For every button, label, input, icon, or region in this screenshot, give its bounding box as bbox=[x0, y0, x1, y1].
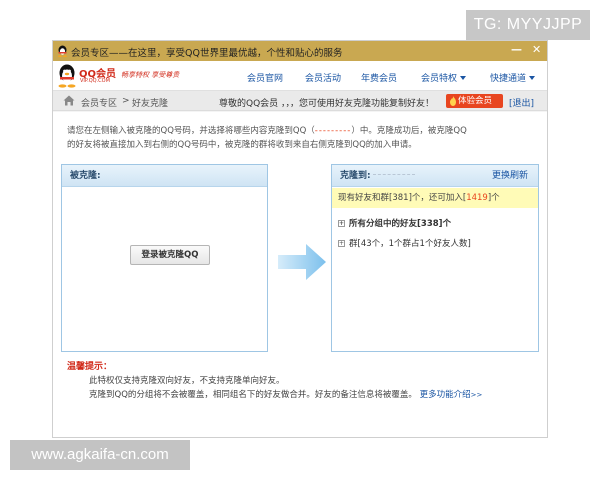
nav-item-privileges[interactable]: 会员特权 bbox=[421, 71, 467, 84]
window-title: 会员专区——在这里，享受QQ世界里最优越，个性和贴心的服务 bbox=[71, 48, 343, 59]
nav-item-activities[interactable]: 会员活动 bbox=[305, 71, 341, 84]
tree-item-all-friends[interactable]: + 所有分组中的好友[338]个 bbox=[338, 217, 451, 229]
target-qq-panel: 克隆到: 更换刷新 现有好友和群[381]个，还可加入[1419]个 + 所有分组… bbox=[331, 164, 539, 352]
breadcrumb-separator: > bbox=[122, 96, 130, 106]
breadcrumb: 会员专区 > 好友克隆 尊敬的QQ会员 ，，，您可使用好友克隆功能复制好友！ 体… bbox=[53, 91, 547, 111]
qq-member-window: 会员专区——在这里，享受QQ世界里最优越，个性和贴心的服务 — ✕ QQ会员 V… bbox=[52, 40, 548, 438]
expand-plus-icon[interactable]: + bbox=[338, 240, 345, 247]
flame-icon bbox=[450, 96, 456, 106]
nav-item-official-site[interactable]: 会员官网 bbox=[247, 71, 283, 84]
tips-title: 温馨提示： bbox=[67, 362, 113, 372]
slogan: 畅享特权 享受尊贵 bbox=[121, 71, 180, 79]
tree-item-groups[interactable]: + 群[43个，1个群占1个好友人数] bbox=[338, 237, 471, 249]
expand-plus-icon[interactable]: + bbox=[338, 220, 345, 227]
title-bar: 会员专区——在这里，享受QQ世界里最优越，个性和贴心的服务 — ✕ bbox=[53, 41, 547, 61]
nav-item-annual-member[interactable]: 年费会员 bbox=[361, 71, 397, 84]
site-url-watermark: www.agkaifa-cn.com bbox=[10, 440, 190, 470]
refresh-link[interactable]: 更换刷新 bbox=[492, 165, 528, 187]
qq-penguin-icon bbox=[58, 45, 67, 57]
greeting-text: 尊敬的QQ会员 ，，，您可使用好友克隆功能复制好友！ bbox=[219, 99, 435, 109]
remaining-count: 1419 bbox=[466, 193, 488, 203]
current-friend-count: 381 bbox=[392, 193, 409, 203]
arrow-right-icon bbox=[278, 244, 326, 280]
tip-line: 此特权仅支持克隆双向好友，不支持克隆单向好友。 bbox=[89, 376, 285, 386]
redacted-target-qq bbox=[372, 174, 415, 175]
more-features-link[interactable]: 更多功能介绍 bbox=[420, 390, 471, 400]
chevron-down-icon bbox=[529, 76, 536, 80]
intro-text: 请您在左侧输入被克隆的QQ号码，并选择将哪些内容克隆到QQ（---------）… bbox=[67, 126, 467, 150]
source-qq-panel: 被克隆: 登录被克隆QQ bbox=[61, 164, 268, 352]
redacted-qq-number: --------- bbox=[314, 126, 352, 136]
friend-stats-bar: 现有好友和群[381]个，还可加入[1419]个 bbox=[332, 188, 538, 208]
home-icon[interactable] bbox=[63, 95, 75, 106]
free-trial-badge[interactable]: 体验会员 bbox=[446, 94, 503, 108]
more-arrows-icon: >> bbox=[470, 391, 483, 399]
breadcrumb-root[interactable]: 会员专区 bbox=[81, 96, 117, 109]
logout-link[interactable]: [退出] bbox=[509, 96, 534, 109]
target-panel-header: 克隆到: 更换刷新 bbox=[332, 165, 538, 187]
logo-domain-text: VIP.QQ.COM bbox=[80, 78, 110, 84]
chevron-down-icon bbox=[460, 76, 467, 80]
qq-member-logo[interactable]: QQ会员 VIP.QQ.COM bbox=[57, 64, 117, 88]
close-button[interactable]: ✕ bbox=[532, 43, 541, 56]
clone-content-area: 请您在左侧输入被克隆的QQ号码，并选择将哪些内容克隆到QQ（---------）… bbox=[53, 112, 547, 437]
tg-watermark: TG: MYYJJPP bbox=[466, 10, 590, 40]
qq-penguin-logo-icon bbox=[58, 64, 76, 88]
breadcrumb-current: 好友克隆 bbox=[132, 99, 169, 109]
minimize-button[interactable]: — bbox=[511, 43, 522, 56]
tip-line: 克隆到QQ的分组将不会被覆盖，相同组名下的好友做合并。好友的备注信息将被覆盖。 … bbox=[89, 390, 483, 400]
nav-bar: QQ会员 VIP.QQ.COM 畅享特权 享受尊贵 会员官网 会员活动 年费会员… bbox=[53, 61, 547, 91]
nav-item-quick-access[interactable]: 快捷通道 bbox=[490, 71, 536, 84]
login-source-qq-button[interactable]: 登录被克隆QQ bbox=[130, 245, 210, 265]
source-panel-header: 被克隆: bbox=[62, 165, 267, 187]
